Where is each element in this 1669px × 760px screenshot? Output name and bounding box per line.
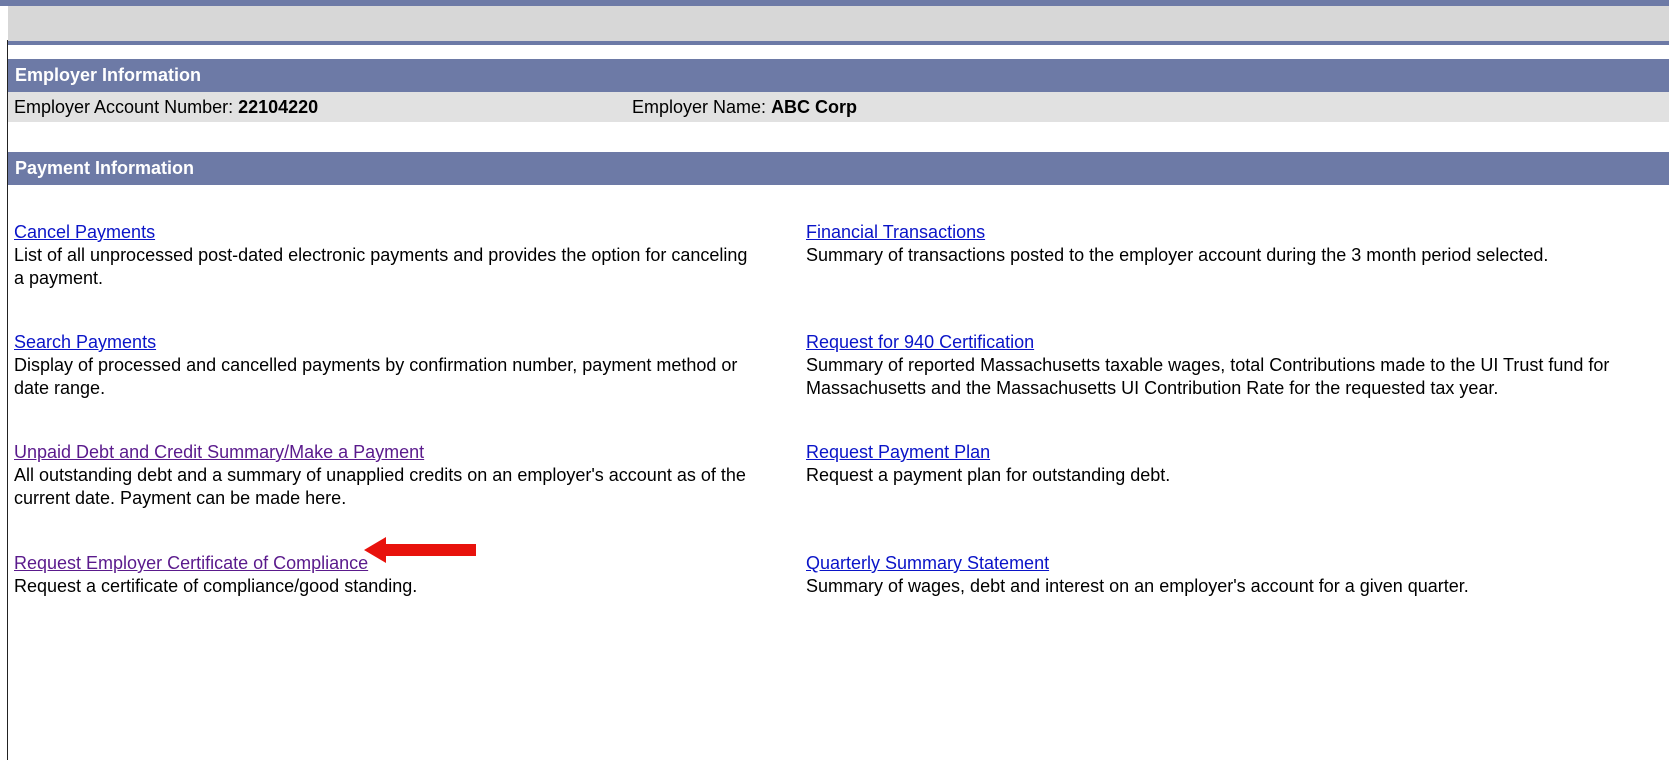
request-940-certification-desc: Summary of reported Massachusetts taxabl… [806, 355, 1610, 398]
financial-transactions-item: Financial Transactions Summary of transa… [806, 221, 1666, 267]
employer-account-number: 22104220 [238, 97, 319, 117]
certificate-of-compliance-link[interactable]: Request Employer Certificate of Complian… [14, 552, 368, 575]
financial-transactions-link[interactable]: Financial Transactions [806, 221, 985, 244]
quarterly-summary-desc: Summary of wages, debt and interest on a… [806, 576, 1469, 596]
left-frame-border [7, 40, 8, 760]
payment-information-header: Payment Information [8, 152, 1669, 185]
employer-account-cell: Employer Account Number: 22104220 [14, 92, 318, 122]
search-payments-item: Search Payments Display of processed and… [14, 331, 754, 400]
financial-transactions-desc: Summary of transactions posted to the em… [806, 245, 1549, 265]
certificate-of-compliance-desc: Request a certificate of compliance/good… [14, 576, 418, 596]
employer-info-row: Employer Account Number: 22104220 Employ… [8, 92, 1669, 122]
unpaid-debt-desc: All outstanding debt and a summary of un… [14, 465, 746, 508]
employer-name-cell: Employer Name: ABC Corp [632, 92, 857, 122]
quarterly-summary-item: Quarterly Summary Statement Summary of w… [806, 552, 1666, 598]
cancel-payments-link[interactable]: Cancel Payments [14, 221, 155, 244]
cancel-payments-item: Cancel Payments List of all unprocessed … [14, 221, 754, 290]
top-toolbar-bar [8, 6, 1669, 41]
request-940-certification-item: Request for 940 Certification Summary of… [806, 331, 1666, 400]
employer-information-title: Employer Information [15, 65, 202, 85]
request-payment-plan-item: Request Payment Plan Request a payment p… [806, 441, 1666, 487]
unpaid-debt-item: Unpaid Debt and Credit Summary/Make a Pa… [14, 441, 754, 510]
unpaid-debt-link[interactable]: Unpaid Debt and Credit Summary/Make a Pa… [14, 441, 424, 464]
cancel-payments-desc: List of all unprocessed post-dated elect… [14, 245, 748, 288]
request-payment-plan-link[interactable]: Request Payment Plan [806, 441, 990, 464]
payment-information-title: Payment Information [15, 158, 195, 178]
request-payment-plan-desc: Request a payment plan for outstanding d… [806, 465, 1171, 485]
top-toolbar-divider [8, 41, 1669, 45]
search-payments-link[interactable]: Search Payments [14, 331, 156, 354]
search-payments-desc: Display of processed and cancelled payme… [14, 355, 738, 398]
arrow-shape [364, 537, 476, 563]
employer-information-header: Employer Information [8, 59, 1669, 92]
left-arrow-icon [364, 537, 476, 563]
employer-name-value: ABC Corp [771, 97, 858, 117]
employer-account-label: Employer Account Number: [14, 97, 234, 117]
quarterly-summary-link[interactable]: Quarterly Summary Statement [806, 552, 1049, 575]
request-940-certification-link[interactable]: Request for 940 Certification [806, 331, 1034, 354]
employer-name-label: Employer Name: [632, 97, 767, 117]
